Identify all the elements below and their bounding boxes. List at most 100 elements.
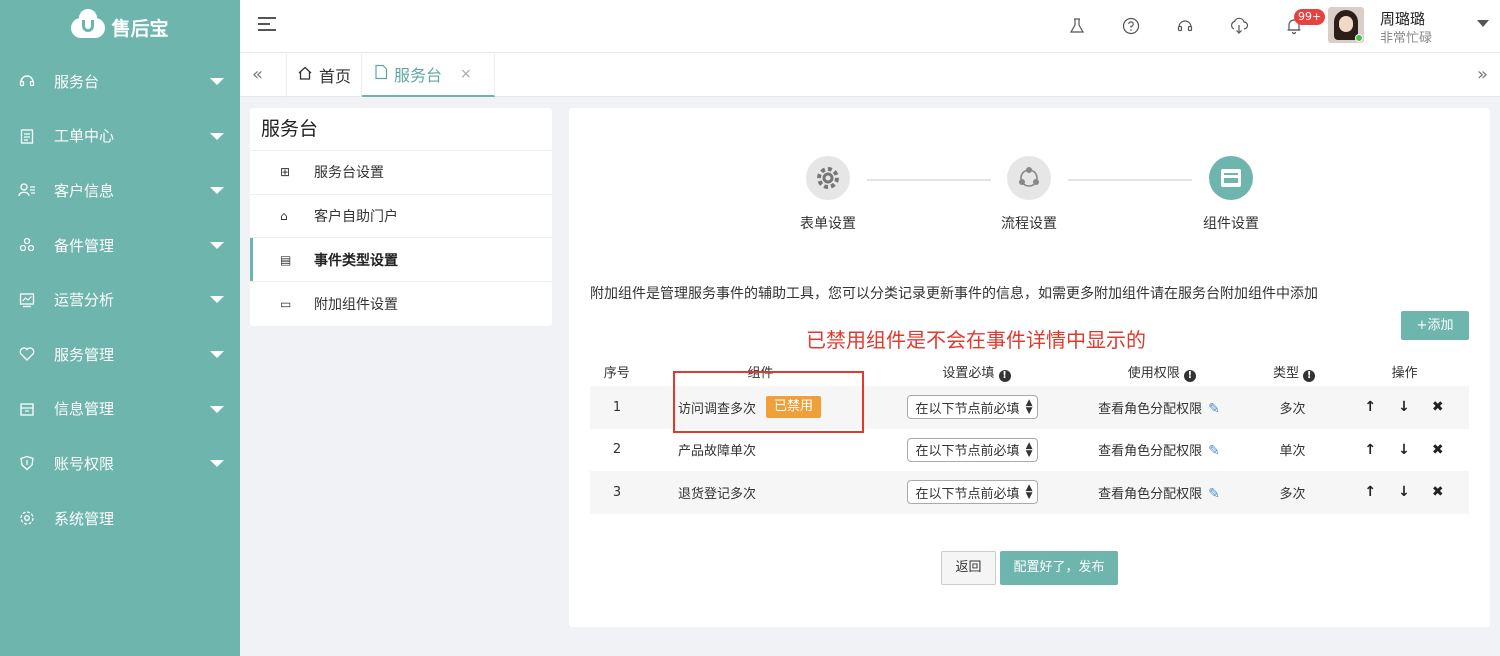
info-icon[interactable]: ! [1303, 369, 1316, 382]
tab-label: 服务台 [394, 66, 443, 85]
row-index: 3 [612, 484, 622, 500]
row-component: 退货登记多次 [678, 486, 757, 502]
sidebar-item-customers[interactable]: 客户信息 [0, 163, 240, 218]
service-desk-submenu: 服务台 ⊞ 服务台设置 ⌂ 客户自助门户 ▤ 事件类型设置 ▭ 附加组件设置 [250, 108, 552, 326]
sidebar-item-info-management[interactable]: 信息管理 [0, 382, 240, 437]
back-button[interactable]: 返回 [941, 551, 996, 585]
cloud-download-icon[interactable] [1228, 15, 1250, 37]
avatar[interactable] [1328, 7, 1364, 43]
submenu-item-label: 附加组件设置 [314, 296, 398, 313]
user-name[interactable]: 周璐璐 [1380, 8, 1425, 29]
delete-icon[interactable]: ✖ [1432, 442, 1444, 458]
row-required: 在以下节点前必填 ▲ ▼ [872, 395, 1072, 420]
addon-description: 附加组件是管理服务事件的辅助工具，您可以分类记录更新事件的信息，如需更多附加组件… [590, 286, 1318, 302]
edit-icon[interactable]: ✎ [1208, 486, 1220, 502]
sidebar-item-parts[interactable]: 备件管理 [0, 218, 240, 273]
publish-button[interactable]: 配置好了，发布 [1000, 551, 1118, 585]
column-header-required: 设置必填 ! [877, 362, 1075, 382]
step-component-settings[interactable]: 组件设置 [1181, 156, 1281, 233]
move-down-icon[interactable]: ↓ [1398, 399, 1410, 415]
headset-icon[interactable] [1174, 15, 1196, 37]
step-flow-settings[interactable]: 流程设置 [979, 156, 1079, 233]
submenu-item-self-service-portal[interactable]: ⌂ 客户自助门户 [250, 195, 552, 239]
user-status: 非常忙碌 [1380, 31, 1433, 46]
move-down-icon[interactable]: ↓ [1398, 442, 1410, 458]
row-type: 单次 [1279, 444, 1306, 460]
row-index: 2 [612, 442, 622, 458]
submenu-item-addon-settings[interactable]: ▭ 附加组件设置 [250, 282, 552, 326]
flask-icon[interactable] [1066, 15, 1088, 37]
sidebar-item-service-desk[interactable]: 服务台 [0, 54, 240, 109]
caret-down-icon [210, 241, 224, 249]
annotation-highlight-box [673, 371, 864, 433]
step-form-settings[interactable]: 表单设置 [778, 156, 878, 233]
move-up-icon[interactable]: ↑ [1364, 442, 1376, 458]
info-icon[interactable]: ! [1183, 369, 1196, 382]
delete-icon[interactable]: ✖ [1432, 399, 1444, 415]
step-label: 表单设置 [800, 216, 856, 232]
caret-down-icon [210, 405, 224, 413]
required-node-select[interactable]: 在以下节点前必填 ▲ ▼ [906, 395, 1038, 420]
row-type: 多次 [1279, 486, 1306, 502]
add-button[interactable]: +添加 [1401, 311, 1469, 340]
submenu-item-event-type-settings[interactable]: ▤ 事件类型设置 [250, 238, 552, 283]
sidebar-item-label: 备件管理 [54, 236, 115, 255]
move-up-icon[interactable]: ↑ [1364, 484, 1376, 500]
submenu-item-label: 服务台设置 [314, 165, 384, 182]
edit-icon[interactable]: ✎ [1208, 401, 1220, 417]
sidebar-item-label: 账号权限 [54, 454, 115, 473]
sidebar-item-label: 信息管理 [54, 400, 115, 419]
row-actions: ↑ ↓ ✖ [1339, 442, 1469, 458]
delete-icon[interactable]: ✖ [1432, 484, 1444, 500]
sidebar-item-analytics[interactable]: 运营分析 [0, 272, 240, 327]
shield-icon [18, 454, 36, 472]
user-menu-caret-icon[interactable] [1477, 20, 1489, 27]
sidebar-item-label: 系统管理 [54, 509, 115, 528]
step-connector [867, 179, 991, 181]
close-icon[interactable]: × [460, 66, 472, 82]
gear-icon [806, 156, 850, 200]
move-down-icon[interactable]: ↓ [1398, 484, 1410, 500]
required-node-select[interactable]: 在以下节点前必填 ▲ ▼ [906, 480, 1038, 505]
submenu-title: 服务台 [250, 108, 552, 151]
inbox-icon [1209, 156, 1253, 200]
step-label: 组件设置 [1203, 216, 1259, 232]
submenu-item-service-desk-settings[interactable]: ⊞ 服务台设置 [250, 151, 552, 195]
sidebar-item-label: 客户信息 [54, 181, 115, 200]
column-header-index: 序号 [603, 366, 630, 381]
row-permission: 查看角色分配权限 ✎ [1098, 485, 1220, 502]
edit-icon[interactable]: ✎ [1208, 443, 1220, 459]
row-permission: 查看角色分配权限 ✎ [1098, 443, 1220, 460]
sidebar-item-account-permissions[interactable]: 账号权限 [0, 436, 240, 491]
heart-icon [18, 345, 36, 363]
sidebar-item-service-management[interactable]: 服务管理 [0, 327, 240, 382]
double-chevron-left-icon[interactable]: « [252, 64, 263, 85]
disabled-notice: 已禁用组件是不会在事件详情中显示的 [806, 328, 1146, 352]
submenu-item-label: 事件类型设置 [314, 252, 398, 269]
submenu-item-label: 客户自助门户 [314, 209, 398, 226]
sidebar-item-label: 服务台 [54, 72, 100, 91]
caret-down-icon [210, 350, 224, 358]
info-icon[interactable]: ! [998, 369, 1011, 382]
required-node-select[interactable]: 在以下节点前必填 ▲ ▼ [906, 437, 1038, 462]
tab-label: 首页 [319, 67, 352, 86]
headset-icon [18, 72, 36, 90]
sidebar-item-label: 服务管理 [54, 345, 115, 364]
column-header-actions: 操作 [1391, 366, 1418, 381]
document-list-icon: ▤ [280, 252, 292, 267]
sidebar-item-label: 运营分析 [54, 291, 115, 310]
column-header-type: 类型 ! [1248, 362, 1340, 382]
double-chevron-right-icon[interactable]: » [1477, 64, 1488, 85]
folder-icon [18, 400, 36, 418]
sidebar-item-system[interactable]: 系统管理 [0, 491, 240, 546]
document-icon [374, 64, 388, 84]
help-icon[interactable] [1120, 15, 1142, 37]
menu-toggle-icon[interactable] [258, 17, 276, 33]
cloud-face-logo-icon [71, 9, 107, 40]
caret-down-icon [210, 132, 224, 140]
tab-service-desk[interactable]: 服务台 × [362, 53, 495, 97]
sidebar-item-work-orders[interactable]: 工单中心 [0, 109, 240, 164]
move-up-icon[interactable]: ↑ [1364, 399, 1376, 415]
app-logo[interactable]: 售后宝 [0, 0, 240, 54]
tab-home[interactable]: 首页 [286, 53, 362, 97]
